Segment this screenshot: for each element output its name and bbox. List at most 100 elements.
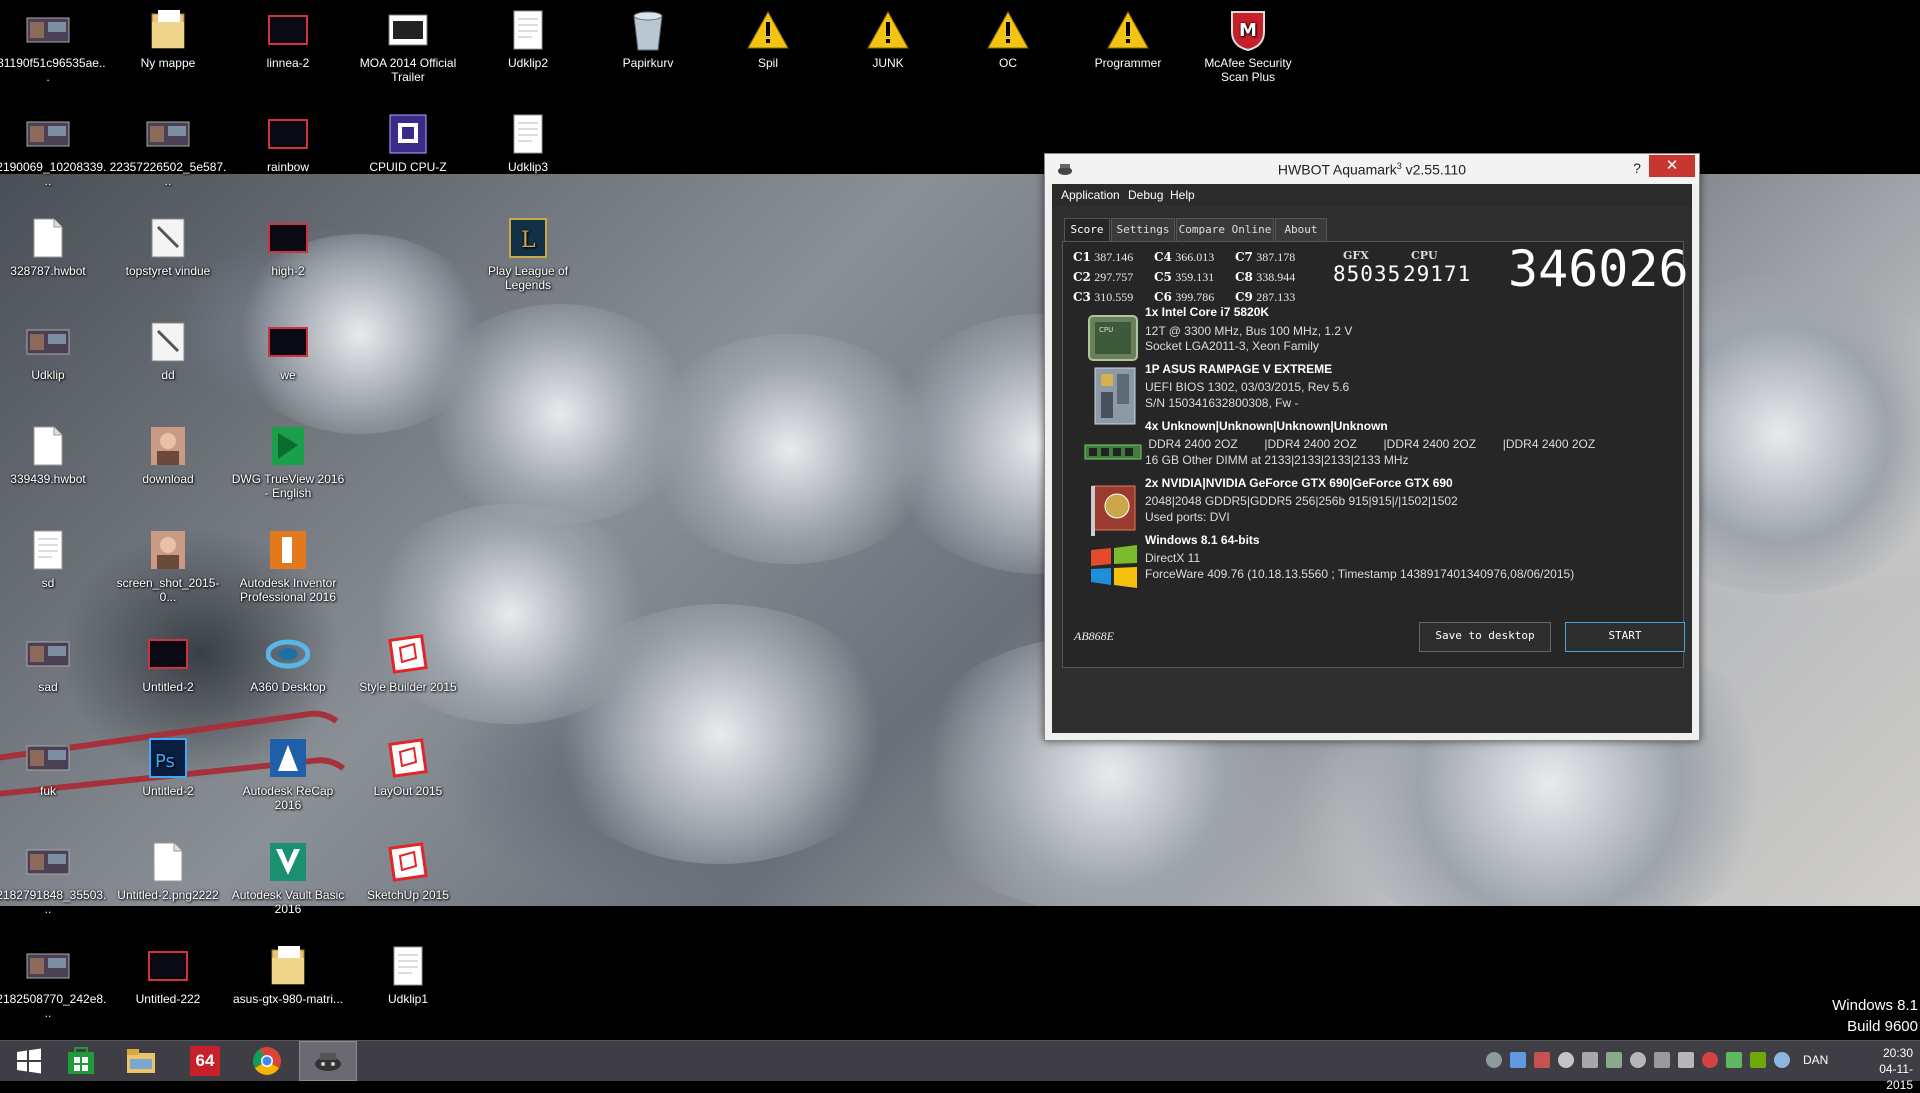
chrome-icon[interactable]	[238, 1041, 296, 1081]
tab-about[interactable]: About	[1275, 218, 1327, 242]
desktop-icon[interactable]: 22182791848_35503...	[0, 840, 107, 916]
shortcut-icon	[144, 216, 192, 260]
volume-icon[interactable]	[1558, 1052, 1574, 1068]
desktop-icon[interactable]: A360 Desktop	[229, 632, 347, 694]
menu-application[interactable]: Application	[1061, 188, 1120, 202]
sketchup-icon	[384, 736, 432, 780]
desktop-icon[interactable]: dd	[109, 320, 227, 382]
desktop-icon[interactable]: M McAfee Security Scan Plus	[1189, 8, 1307, 84]
desktop-icon[interactable]: OC	[949, 8, 1067, 70]
desktop-icon[interactable]: download	[109, 424, 227, 486]
desktop-icon-label: Udklip	[31, 368, 65, 382]
board-title: 1P ASUS RAMPAGE V EXTREME	[1145, 362, 1333, 376]
desktop-icon[interactable]: Ps Untitled-2	[109, 736, 227, 798]
battery-icon[interactable]	[1510, 1052, 1526, 1068]
desktop-icon[interactable]: sd	[0, 528, 107, 590]
nvidia-icon[interactable]	[1750, 1052, 1766, 1068]
desktop-icon[interactable]: Papirkurv	[589, 8, 707, 70]
gpu-tray-icon[interactable]	[1582, 1052, 1598, 1068]
desktop-icon[interactable]: linnea-2	[229, 8, 347, 70]
desktop-icon[interactable]: LayOut 2015	[349, 736, 467, 798]
keyboard-icon[interactable]	[1678, 1052, 1694, 1068]
desktop-icon[interactable]: Udklip3	[469, 112, 587, 174]
desktop-icon[interactable]: Autodesk ReCap 2016	[229, 736, 347, 812]
usb-icon[interactable]	[1606, 1052, 1622, 1068]
store-icon[interactable]	[52, 1041, 110, 1081]
close-button[interactable]: ✕	[1649, 155, 1695, 177]
tab-compare-online[interactable]: Compare Online	[1176, 218, 1274, 242]
chrome-tray-icon[interactable]	[1702, 1052, 1718, 1068]
video-file-icon	[384, 8, 432, 52]
wifi-icon[interactable]	[1774, 1052, 1790, 1068]
desktop-icon-label: JUNK	[872, 56, 904, 70]
text-file-icon	[24, 528, 72, 572]
clock[interactable]: 20:30 04-11-2015	[1855, 1045, 1913, 1093]
score-c5: C5 359.131	[1154, 270, 1215, 284]
memory-line-2: 16 GB Other DIMM at 2133|2133|2133|2133 …	[1145, 453, 1409, 467]
memory-title: 4x Unknown|Unknown|Unknown|Unknown	[1145, 419, 1388, 433]
desktop-icon[interactable]: Autodesk Inventor Professional 2016	[229, 528, 347, 604]
file-explorer-icon[interactable]	[112, 1041, 170, 1081]
menu-help[interactable]: Help	[1170, 188, 1195, 202]
title-bar[interactable]: HWBOT Aquamark3 v2.55.110 ? ✕	[1045, 154, 1699, 184]
start-icon[interactable]	[0, 1041, 58, 1081]
desktop-icon-label: Autodesk ReCap 2016	[242, 784, 334, 812]
desktop-icon[interactable]: Udklip1	[349, 944, 467, 1006]
desktop-icon[interactable]: Style Builder 2015	[349, 632, 467, 694]
desktop-icon[interactable]: Autodesk Vault Basic 2016	[229, 840, 347, 916]
display-icon[interactable]	[1654, 1052, 1670, 1068]
desktop-icon[interactable]: 339439.hwbot	[0, 424, 107, 486]
desktop-icon[interactable]: SketchUp 2015	[349, 840, 467, 902]
desktop-icon[interactable]: screen_shot_2015-0...	[109, 528, 227, 604]
notification-icon[interactable]	[1630, 1052, 1646, 1068]
desktop-icon[interactable]: 328787.hwbot	[0, 216, 107, 278]
desktop-icon[interactable]: CPUID CPU-Z	[349, 112, 467, 174]
desktop-icon[interactable]: Udklip	[0, 320, 107, 382]
desktop-icon[interactable]: Ny mappe	[109, 8, 227, 70]
desktop-icon[interactable]: MOA 2014 Official Trailer	[349, 8, 467, 84]
desktop-icon[interactable]: we	[229, 320, 347, 382]
save-to-desktop-button[interactable]: Save to desktop	[1419, 622, 1551, 652]
desktop-icon[interactable]: L Play League of Legends	[469, 216, 587, 292]
aida64-icon[interactable]: 64	[176, 1041, 234, 1081]
desktop-icon[interactable]: 22182508770_242e8...	[0, 944, 107, 1020]
desktop-icon[interactable]: DWG TrueView 2016 - English	[229, 424, 347, 500]
tab-settings[interactable]: Settings	[1111, 218, 1175, 242]
taskbar: 64 DAN 20:30 04-11-2015	[0, 1040, 1920, 1092]
desktop-icon[interactable]: Untitled-2.png2222	[109, 840, 227, 902]
image-thumbnail-icon	[24, 112, 72, 156]
desktop-icon[interactable]: fuk	[0, 736, 107, 798]
tab-score[interactable]: Score	[1064, 218, 1110, 243]
desktop-icon[interactable]: JUNK	[829, 8, 947, 70]
desktop-icon[interactable]: sad	[0, 632, 107, 694]
folder-icon	[264, 944, 312, 988]
image-file-icon	[144, 632, 192, 676]
gpu-line-1: 2048|2048 GDDR5|GDDR5 256|256b 915|915|/…	[1145, 494, 1458, 508]
desktop-icon[interactable]: high-2	[229, 216, 347, 278]
desktop-icon[interactable]: 12190069_10208339...	[0, 112, 107, 188]
start-button[interactable]: START	[1565, 622, 1685, 652]
image-file-icon	[144, 944, 192, 988]
help-button[interactable]: ?	[1627, 158, 1647, 178]
desktop-icon[interactable]: topstyret vindue	[109, 216, 227, 278]
menu-debug[interactable]: Debug	[1128, 188, 1163, 202]
desktop-icon[interactable]: asus-gtx-980-matri...	[229, 944, 347, 1006]
desktop-icon[interactable]: Udklip2	[469, 8, 587, 70]
score-c2: C2 297.757	[1073, 270, 1134, 284]
cpu-chip-icon: CPU	[1088, 315, 1138, 361]
desktop-icon[interactable]: 931190f51c96535ae...	[0, 8, 107, 84]
desktop-icon[interactable]: rainbow	[229, 112, 347, 174]
desktop-icon[interactable]: Untitled-2	[109, 632, 227, 694]
desktop-icon-label: Untitled-2	[142, 784, 194, 798]
flag-icon[interactable]	[1534, 1052, 1550, 1068]
desktop-icon[interactable]: Untitled-222	[109, 944, 227, 1006]
desktop-icon[interactable]: Spil	[709, 8, 827, 70]
aquamark-window[interactable]: HWBOT Aquamark3 v2.55.110 ? ✕ Applicatio…	[1044, 153, 1700, 741]
desktop-icon[interactable]: Programmer	[1069, 8, 1187, 70]
aquamark-taskbar-icon[interactable]	[299, 1041, 357, 1081]
tray-app-icon[interactable]	[1726, 1052, 1742, 1068]
language-indicator[interactable]: DAN	[1803, 1053, 1828, 1067]
desktop-icon[interactable]: 22357226502_5e587...	[109, 112, 227, 188]
network-icon[interactable]	[1486, 1052, 1502, 1068]
windows-watermark: Windows 8.1 Build 9600	[1820, 995, 1918, 1037]
